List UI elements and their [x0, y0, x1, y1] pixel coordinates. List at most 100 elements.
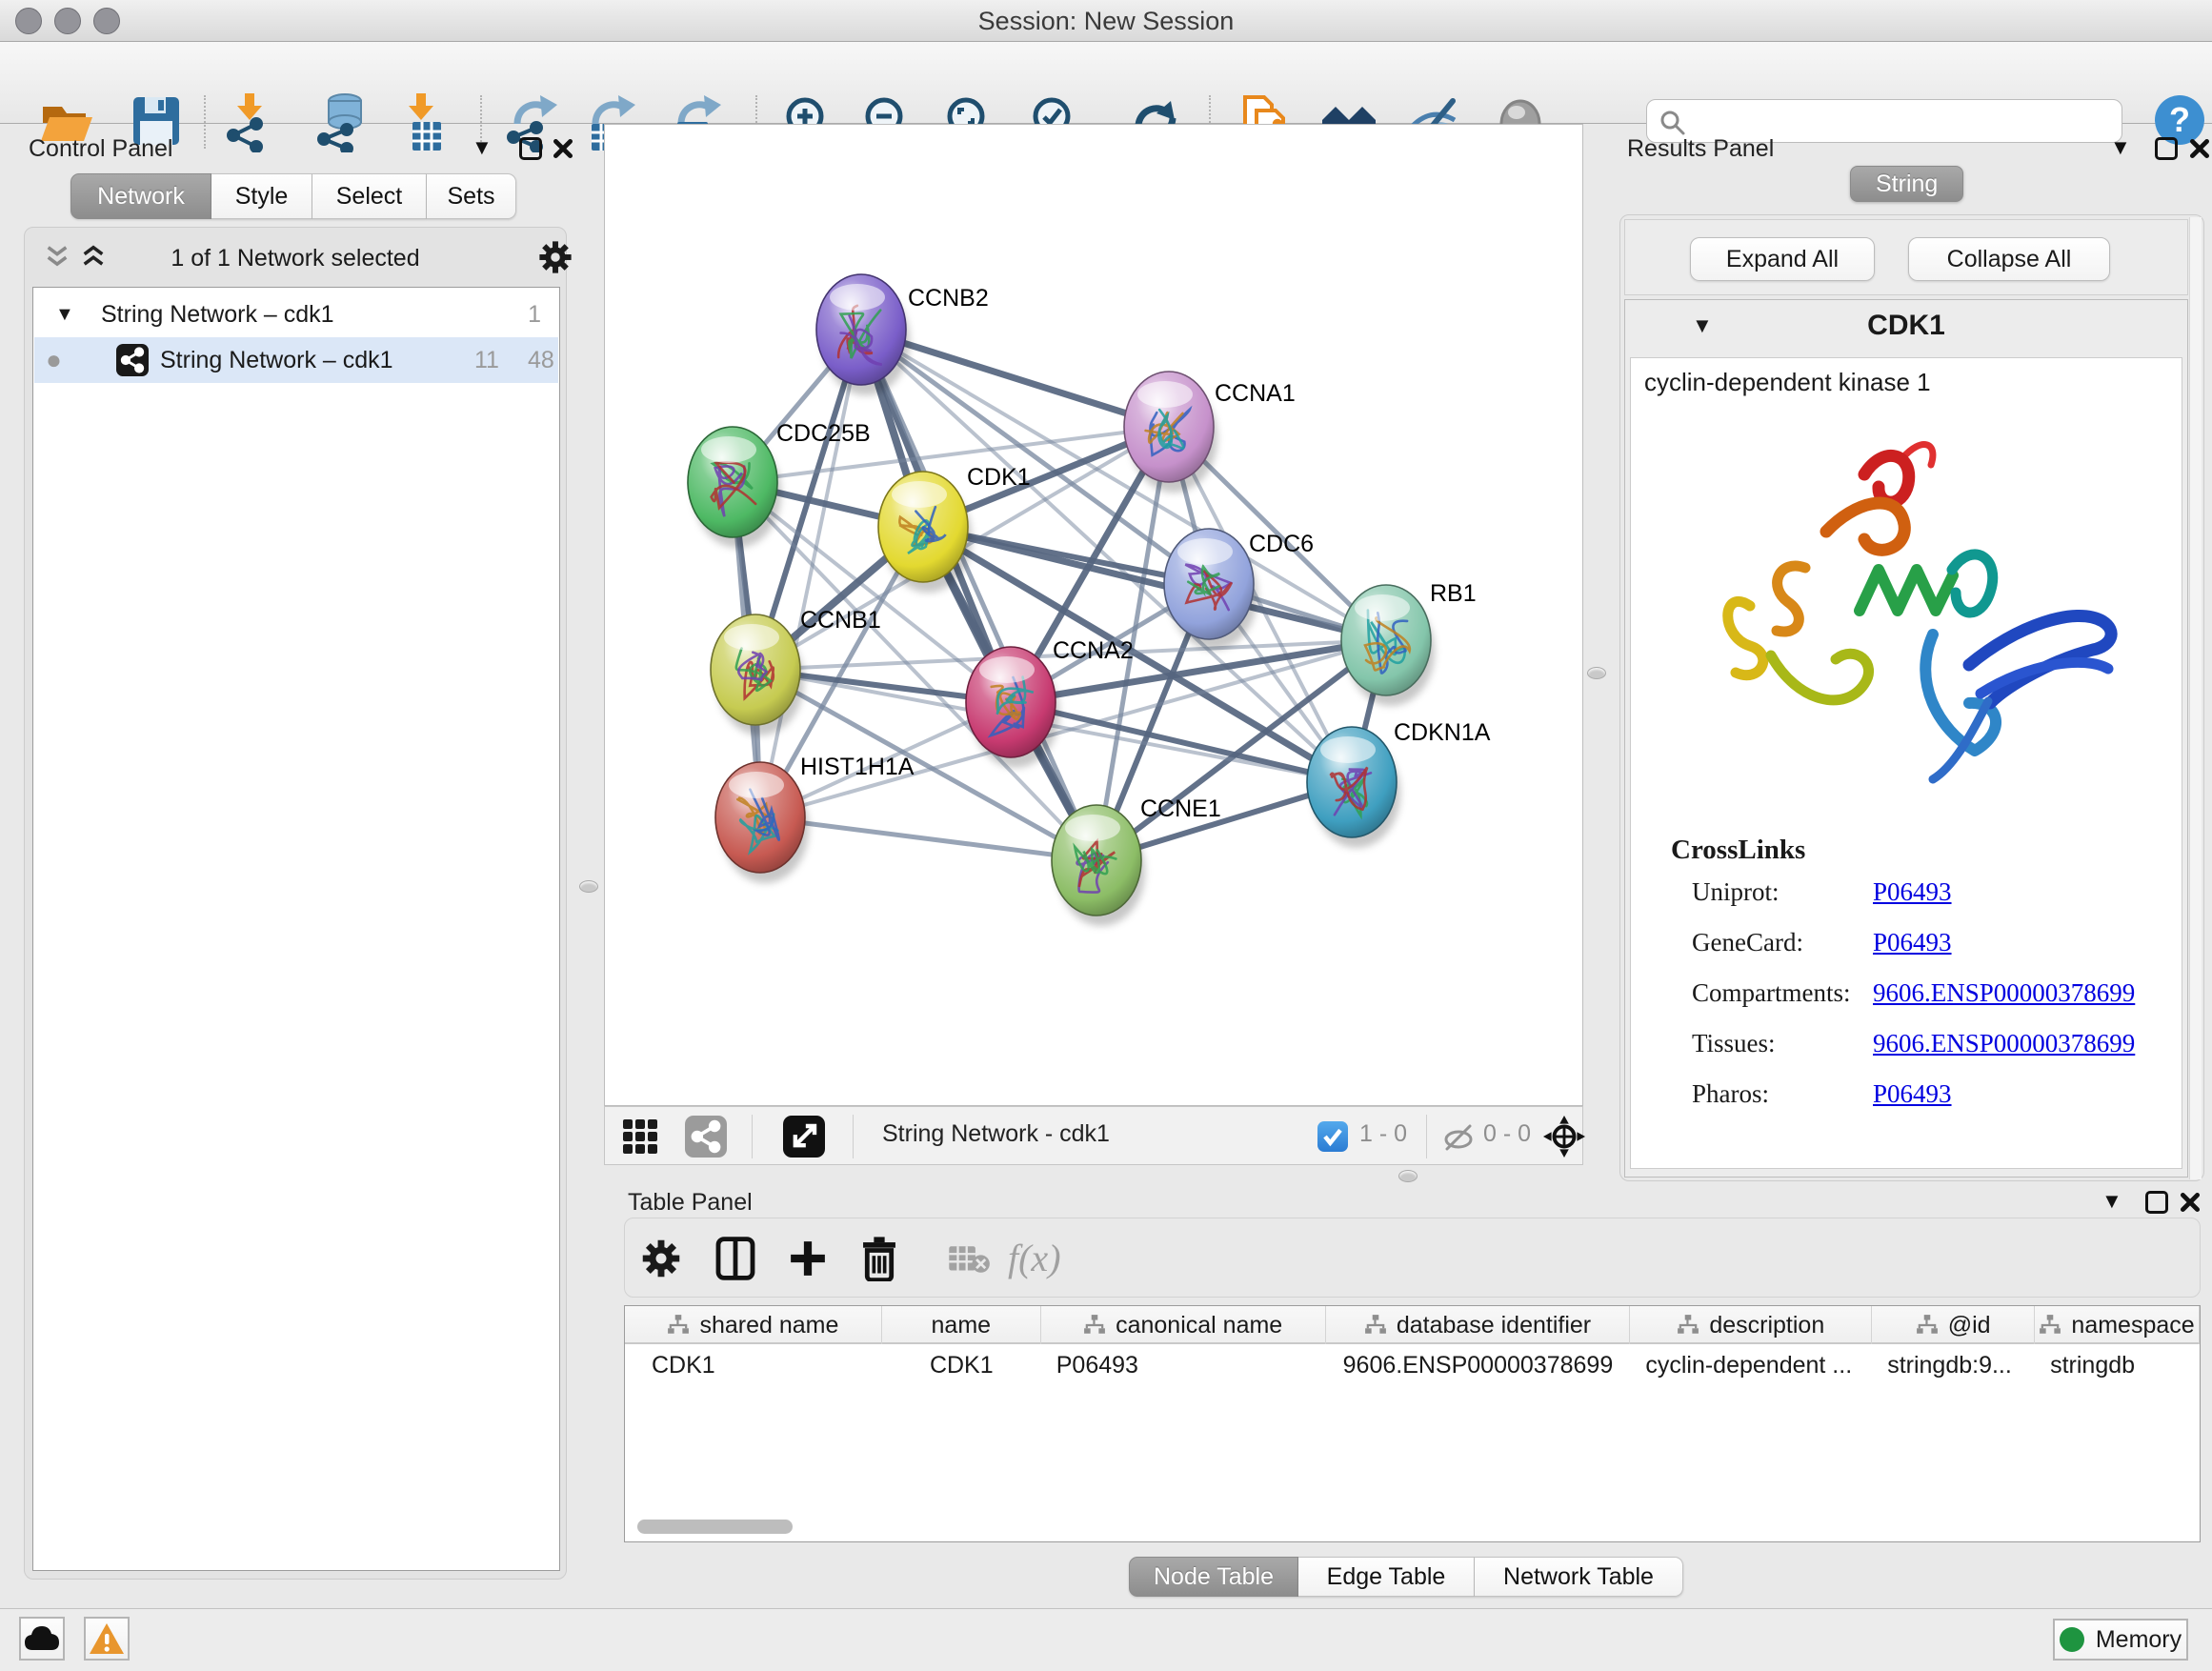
- crosslink-value-link[interactable]: P06493: [1873, 1079, 1952, 1109]
- column-header-namespace[interactable]: namespace: [2035, 1306, 2200, 1344]
- delete-table-icon: [947, 1241, 991, 1278]
- tab-network-table[interactable]: Network Table: [1475, 1557, 1683, 1597]
- tab-edge-table[interactable]: Edge Table: [1298, 1557, 1475, 1597]
- show-columns-icon[interactable]: [713, 1236, 758, 1281]
- selected-checkbox-icon[interactable]: [1317, 1121, 1348, 1152]
- table-header: shared namenamecanonical namedatabase id…: [625, 1306, 2200, 1344]
- gear-icon[interactable]: [537, 239, 573, 275]
- expand-all-button[interactable]: Expand All: [1690, 237, 1875, 281]
- close-panel-icon[interactable]: [2187, 136, 2212, 161]
- tab-select[interactable]: Select: [312, 173, 427, 219]
- protein-description: cyclin-dependent kinase 1: [1644, 368, 1931, 397]
- table-body: CDK1CDK1P064939606.ENSP00000378699cyclin…: [625, 1344, 2200, 1386]
- tab-sets[interactable]: Sets: [427, 173, 516, 219]
- tab-style[interactable]: Style: [211, 173, 312, 219]
- warning-icon: [88, 1621, 126, 1656]
- maximize-panel-icon[interactable]: [2155, 137, 2178, 160]
- memory-button[interactable]: Memory: [2053, 1619, 2188, 1661]
- tab-network[interactable]: Network: [70, 173, 211, 219]
- column-type-icon: [667, 1314, 690, 1337]
- crosslink-label: Tissues:: [1692, 1029, 1776, 1057]
- function-builder-icon: f(x): [1008, 1236, 1061, 1280]
- crosslink-row: GeneCard:: [1692, 928, 1803, 957]
- tree-expander-icon[interactable]: ▼: [55, 292, 74, 337]
- network-selection-status: 1 of 1 Network selected: [25, 245, 566, 272]
- node-label-CDK1: CDK1: [967, 464, 1031, 491]
- status-bar: Memory: [0, 1608, 2212, 1671]
- column-header-name[interactable]: name: [882, 1306, 1041, 1344]
- node-label-CDC6: CDC6: [1249, 531, 1314, 557]
- table-cell: stringdb: [2035, 1344, 2200, 1386]
- node-label-CCNA1: CCNA1: [1215, 380, 1296, 407]
- crosslink-value-link[interactable]: 9606.ENSP00000378699: [1873, 978, 2135, 1008]
- float-panel-icon[interactable]: ▼: [472, 135, 493, 160]
- maximize-panel-icon[interactable]: [2145, 1191, 2168, 1214]
- crosslink-row: Tissues:: [1692, 1029, 1776, 1058]
- network-collection-row[interactable]: ▼ String Network – cdk1 1: [34, 292, 558, 337]
- protein-structure-image: [1683, 415, 2131, 815]
- birds-eye-view-icon[interactable]: [622, 1118, 658, 1155]
- network-row[interactable]: ● String Network – cdk1 11 48: [34, 337, 558, 383]
- network-view-toolbar: String Network - cdk1 1 - 0 0 - 0: [604, 1106, 1583, 1165]
- tab-string[interactable]: String: [1850, 166, 1963, 202]
- toolbar-separator: [752, 1115, 753, 1158]
- warnings-button[interactable]: [84, 1617, 130, 1661]
- node-label-HIST1H1A: HIST1H1A: [800, 754, 915, 780]
- current-network-dot-icon: ●: [46, 337, 62, 383]
- control-panel-title: Control Panel: [29, 135, 172, 163]
- table-cell: 9606.ENSP00000378699: [1326, 1344, 1631, 1386]
- splitter-grip[interactable]: [1587, 667, 1606, 679]
- column-header-canonical-name[interactable]: canonical name: [1041, 1306, 1326, 1344]
- column-type-icon: [1083, 1314, 1106, 1337]
- column-header--id[interactable]: @id: [1872, 1306, 2035, 1344]
- add-column-icon[interactable]: [787, 1238, 829, 1279]
- table-panel-title: Table Panel: [628, 1189, 753, 1217]
- string-results-container: Expand All Collapse All ▼ CDK1 cyclin-de…: [1619, 214, 2204, 1181]
- results-scrollbar[interactable]: [2189, 217, 2202, 1179]
- network-canvas[interactable]: CCNB2CCNA1CDC25BCDK1CDC6RB1CCNB1CCNA2CDK…: [604, 124, 1583, 1106]
- column-type-icon: [1364, 1314, 1387, 1337]
- cloud-button[interactable]: [19, 1617, 65, 1661]
- splitter-grip[interactable]: [579, 880, 598, 893]
- crosslink-row: Uniprot:: [1692, 877, 1780, 907]
- column-header-description[interactable]: description: [1630, 1306, 1872, 1344]
- horizontal-scrollbar[interactable]: [637, 1520, 793, 1534]
- crosslink-row: Pharos:: [1692, 1079, 1769, 1109]
- control-panel-tabs: Network Style Select Sets: [70, 173, 516, 219]
- string-style-icon[interactable]: [685, 1116, 727, 1158]
- node-table[interactable]: shared namenamecanonical namedatabase id…: [624, 1305, 2201, 1542]
- crosslink-value-link[interactable]: 9606.ENSP00000378699: [1873, 1029, 2135, 1058]
- collapse-all-button[interactable]: Collapse All: [1908, 237, 2110, 281]
- column-type-icon: [1916, 1314, 1939, 1337]
- column-type-icon: [1677, 1314, 1699, 1337]
- node-label-CDKN1A: CDKN1A: [1394, 719, 1491, 746]
- float-panel-icon[interactable]: ▼: [2110, 135, 2131, 160]
- node-label-CCNB1: CCNB1: [800, 607, 881, 634]
- network-view-title: String Network - cdk1: [882, 1120, 1110, 1148]
- table-cell: CDK1: [625, 1344, 882, 1386]
- table-toolbar: f(x): [624, 1218, 2201, 1298]
- main-toolbar: ?: [0, 42, 2212, 124]
- open-in-browser-icon[interactable]: [783, 1116, 825, 1158]
- results-panel: Results Panel ▼ String Expand All Collap…: [1610, 124, 2212, 1191]
- toolbar-separator: [853, 1115, 854, 1158]
- crosslink-value-link[interactable]: P06493: [1873, 928, 1952, 957]
- control-panel: Control Panel ▼ Network Style Select Set…: [0, 124, 591, 1608]
- maximize-panel-icon[interactable]: [519, 137, 542, 160]
- close-panel-icon[interactable]: [2178, 1190, 2202, 1215]
- fit-selected-crosshair-icon[interactable]: [1542, 1115, 1586, 1158]
- gear-icon[interactable]: [640, 1238, 682, 1279]
- tab-node-table[interactable]: Node Table: [1129, 1557, 1298, 1597]
- column-header-shared-name[interactable]: shared name: [625, 1306, 882, 1344]
- float-panel-icon[interactable]: ▼: [2101, 1189, 2122, 1214]
- table-row[interactable]: CDK1CDK1P064939606.ENSP00000378699cyclin…: [625, 1344, 2200, 1386]
- selected-counts: 1 - 0: [1359, 1120, 1432, 1148]
- crosslink-value-link[interactable]: P06493: [1873, 877, 1952, 907]
- close-panel-icon[interactable]: [551, 136, 575, 161]
- edge-count: 48: [528, 337, 554, 383]
- node-label-CDC25B: CDC25B: [776, 420, 871, 447]
- column-header-database-identifier[interactable]: database identifier: [1326, 1306, 1631, 1344]
- delete-column-icon[interactable]: [857, 1236, 901, 1281]
- string-network-icon: [116, 344, 149, 376]
- window-title: Session: New Session: [0, 0, 2212, 42]
